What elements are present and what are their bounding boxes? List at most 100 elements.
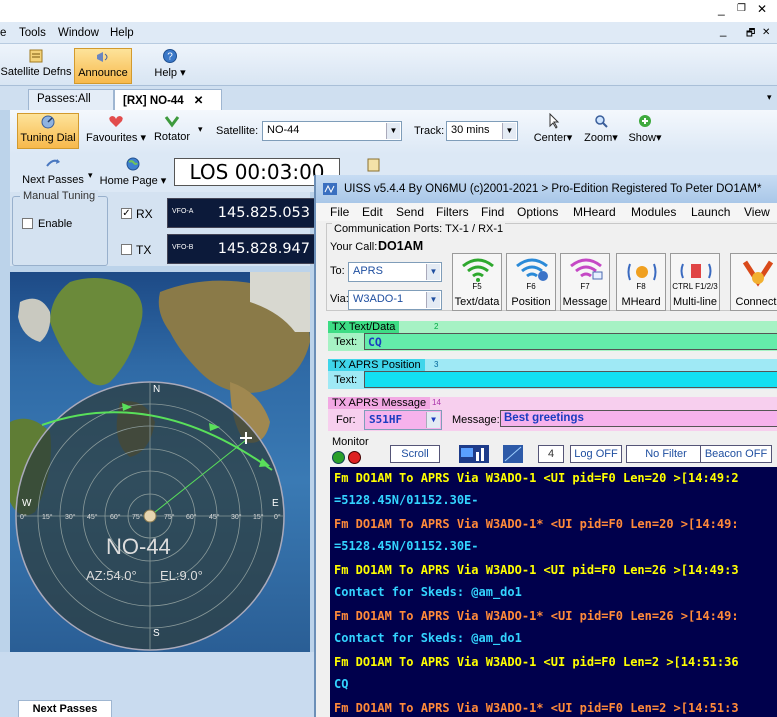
track-select[interactable]: 30 mins ▼	[446, 121, 518, 141]
rotator-chevron-icon[interactable]: ▾	[198, 124, 203, 135]
filter-button[interactable]: No Filter	[626, 445, 706, 463]
mheard-button[interactable]: F8 MHeard	[616, 253, 666, 311]
multi-line-button[interactable]: CTRL F1/2/3 Multi-line	[670, 253, 720, 311]
rotator-button[interactable]: Rotator	[150, 113, 194, 149]
announce-button[interactable]: Announce	[74, 48, 132, 84]
tx-position-label: Text:	[334, 374, 358, 386]
announce-icon	[97, 52, 108, 62]
uiss-menu-launch[interactable]: Launch	[691, 205, 730, 219]
monitor-console[interactable]: Fm DO1AM To APRS Via W3ADO-1 <UI pid=F0 …	[330, 467, 777, 717]
rx-checkbox[interactable]: ✓	[121, 208, 132, 219]
tab-close-icon[interactable]: ✕	[194, 95, 204, 107]
beacon-toggle-button[interactable]: Beacon OFF	[700, 445, 772, 463]
mdi-close-button[interactable]: ✕	[762, 27, 770, 38]
for-select[interactable]: S51HF ▼	[364, 410, 442, 430]
menu-help[interactable]: Help	[110, 27, 134, 39]
rotator-icon	[164, 116, 180, 128]
vfo-a-display: VFO-A 145.825.053	[167, 198, 317, 228]
next-passes-button[interactable]: Next Passes	[16, 156, 90, 192]
your-call-label: Your Call:	[330, 241, 378, 253]
connect-button[interactable]: Connect	[730, 253, 777, 311]
message-input[interactable]: Best greetings	[500, 410, 777, 427]
uiss-menu-file[interactable]: File	[330, 205, 349, 219]
log-toggle-button[interactable]: Log OFF	[570, 445, 622, 463]
satellite-select[interactable]: NO-44 ▼	[262, 121, 402, 141]
uiss-title: UISS v5.4.4 By ON6MU (c)2001-2021 > Pro-…	[344, 183, 762, 195]
uiss-menu-filters[interactable]: Filters	[436, 205, 469, 219]
scroll-button[interactable]: Scroll	[390, 445, 440, 463]
radar-satellite-name: NO-44	[106, 534, 171, 559]
zoom-label: Zoom	[584, 132, 613, 144]
uiss-menu-mheard[interactable]: MHeard	[573, 205, 616, 219]
enable-checkbox[interactable]	[22, 218, 33, 229]
tx-checkbox[interactable]	[121, 244, 132, 255]
tab-label: Next Passes	[32, 703, 98, 715]
help-icon: ?	[163, 49, 177, 63]
multi-line-icon	[680, 263, 712, 279]
favourites-button[interactable]: Favourites ▾	[84, 113, 148, 149]
comm-ports-label: Communication Ports: TX-1 / RX-1	[332, 223, 506, 235]
tick-label: 15°	[253, 514, 264, 521]
tuning-dial-button[interactable]: Tuning Dial	[17, 113, 79, 149]
uiss-menu-view[interactable]: View	[744, 205, 770, 219]
chevron-down-icon: ▾	[612, 132, 618, 144]
send-position-button[interactable]: F6 Position	[506, 253, 556, 311]
satellite-defns-button[interactable]: Satellite Defns	[0, 48, 72, 84]
minimize-button[interactable]: _	[718, 2, 725, 16]
fkey-label: F5	[472, 282, 482, 291]
chevron-down-icon: ▾	[137, 132, 146, 144]
cursor-icon	[549, 113, 560, 129]
uiss-menu-options[interactable]: Options	[517, 205, 558, 219]
svg-text:?: ?	[167, 52, 173, 63]
tx-text-count: 2	[434, 322, 439, 331]
tab-next-passes[interactable]: Next Passes	[18, 700, 112, 717]
tx-position-input[interactable]	[364, 371, 777, 388]
radar-screen-icon[interactable]	[502, 444, 524, 464]
via-select[interactable]: W3ADO-1 ▼	[348, 290, 442, 310]
close-button[interactable]: ✕	[757, 2, 767, 16]
tx-text-input[interactable]: CQ	[364, 333, 777, 350]
send-text-data-button[interactable]: F5 Text/data	[452, 253, 502, 311]
wifi-blue-icon	[516, 258, 548, 281]
chevron-down-icon: ▾	[656, 132, 662, 144]
to-select[interactable]: APRS ▼	[348, 262, 442, 282]
restore-button[interactable]: ❐	[737, 3, 746, 14]
north-label: N	[153, 384, 161, 395]
monitor-label: Monitor	[332, 436, 369, 448]
world-map[interactable]: N S W E 0° 15° 30° 45° 60° 75° 75° 60° 4…	[10, 272, 310, 652]
bar-chart-icon[interactable]	[458, 444, 490, 464]
mdi-restore-button[interactable]: 🗗	[746, 26, 755, 43]
tab-rx-no44[interactable]: [RX] NO-44 ✕	[114, 89, 222, 110]
tx-position-title: TX APRS Position	[328, 359, 425, 371]
zoom-button[interactable]: Zoom▾	[580, 113, 622, 149]
tx-message-panel: TX APRS Message 14 For: S51HF ▼ Message: …	[328, 397, 777, 431]
wifi-magenta-icon	[570, 258, 603, 280]
uiss-menu-edit[interactable]: Edit	[362, 205, 383, 219]
satellite-defns-label: Satellite Defns	[0, 66, 72, 78]
menu-window[interactable]: Window	[58, 27, 99, 39]
tick-label: 30°	[231, 514, 242, 521]
tx-text-title: TX Text/Data	[328, 321, 400, 333]
uiss-menu-modules[interactable]: Modules	[631, 205, 676, 219]
send-message-button[interactable]: F7 Message	[560, 253, 610, 311]
led-red-icon	[348, 451, 361, 464]
menu-edit[interactable]: e	[0, 27, 6, 39]
tx-message-title: TX APRS Message	[328, 397, 431, 409]
tx-position-panel: TX APRS Position 3 Text:	[328, 359, 777, 389]
center-button[interactable]: Center▾	[530, 113, 576, 149]
uiss-menubar: File Edit Send Filters Find Options MHea…	[316, 203, 777, 221]
fkey-name: Connect	[735, 296, 777, 308]
monitor-count[interactable]: 4	[538, 445, 564, 463]
uiss-menu-find[interactable]: Find	[481, 205, 504, 219]
next-passes-chevron-icon[interactable]: ▾	[88, 170, 93, 181]
document-icon[interactable]	[366, 158, 382, 172]
manual-tuning-group	[12, 196, 108, 266]
tab-list-chevron-icon[interactable]: ▾	[767, 92, 772, 103]
uiss-menu-send[interactable]: Send	[396, 205, 424, 219]
mdi-minimize-button[interactable]: _	[720, 25, 726, 37]
menu-tools[interactable]: Tools	[19, 27, 46, 39]
help-button[interactable]: ? Help ▾	[150, 48, 190, 84]
home-page-button[interactable]: Home Page ▾	[98, 156, 168, 192]
tab-passes-all[interactable]: Passes:All	[28, 89, 114, 110]
show-button[interactable]: Show▾	[624, 113, 666, 149]
